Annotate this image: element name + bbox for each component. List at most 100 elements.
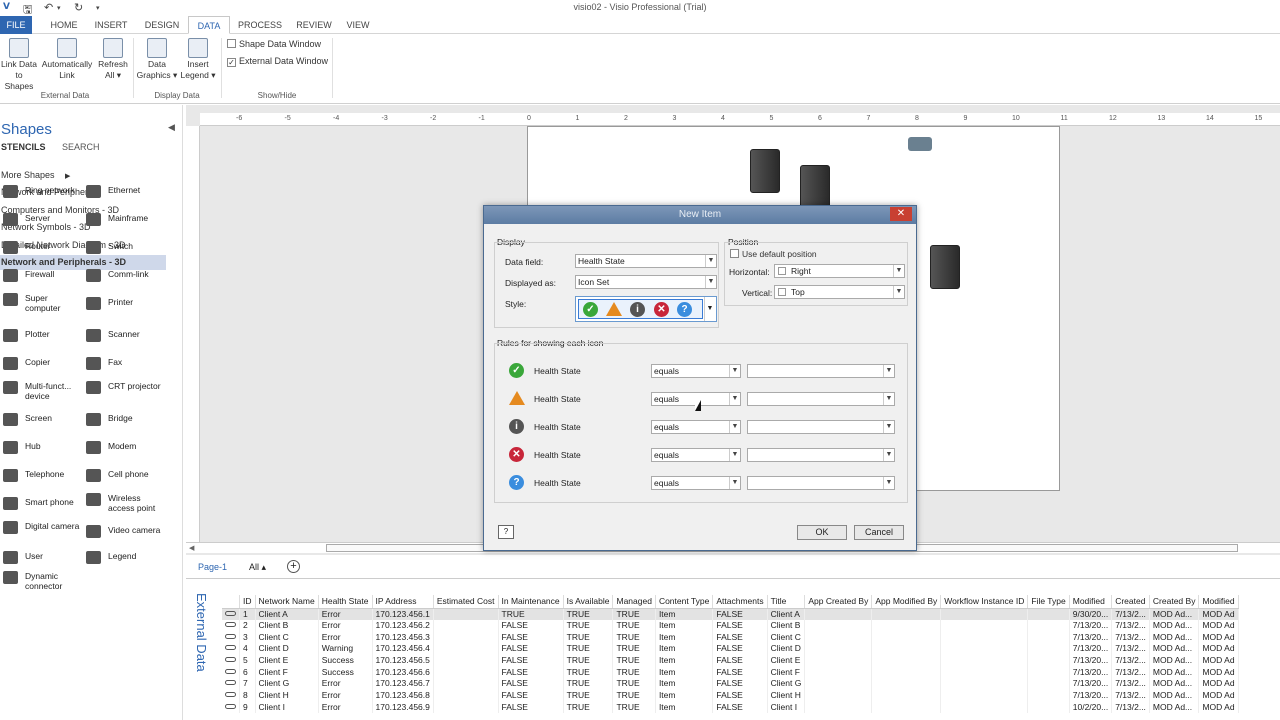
column-header[interactable]: Workflow Instance ID bbox=[940, 595, 1029, 609]
router-shape[interactable] bbox=[908, 137, 932, 151]
table-row[interactable]: 8 Client H Error 170.123.456.8 FALSE TRUE TRUE… bbox=[222, 689, 1239, 702]
shape-master-item[interactable]: Bridge bbox=[86, 413, 168, 426]
column-header[interactable]: File Type bbox=[1027, 595, 1070, 609]
column-header[interactable]: Health State bbox=[318, 595, 373, 609]
more-shapes-menu[interactable]: More Shapes ▶ bbox=[0, 168, 166, 183]
column-header[interactable]: Modified bbox=[1069, 595, 1113, 609]
shape-data-window-checkbox[interactable]: Shape Data Window bbox=[227, 39, 321, 49]
all-pages-tab[interactable]: All ▴ bbox=[249, 562, 266, 573]
rule-value-select[interactable]: ▼ bbox=[747, 476, 895, 490]
shape-master-item[interactable]: Router bbox=[3, 241, 85, 254]
rule-value-select[interactable]: ▼ bbox=[747, 448, 895, 462]
collapse-pane-icon[interactable]: ◀ bbox=[168, 122, 175, 133]
table-row[interactable]: 9 Client I Error 170.123.456.9 FALSE TRUE TRUE… bbox=[222, 701, 1239, 714]
rule-operator-select[interactable]: equals ▼ bbox=[651, 420, 741, 434]
shape-master-item[interactable]: Ethernet bbox=[86, 185, 168, 198]
shape-master-item[interactable]: Scanner bbox=[86, 329, 168, 342]
shape-master-item[interactable]: Hub bbox=[3, 441, 85, 454]
shape-master-item[interactable]: Smart phone bbox=[3, 497, 85, 510]
server-shape[interactable] bbox=[800, 165, 830, 209]
table-row[interactable]: 4 Client D Warning 170.123.456.4 FALSE TRUE TR… bbox=[222, 643, 1239, 655]
shape-master-item[interactable]: Legend bbox=[86, 551, 168, 564]
shape-master-item[interactable]: Multi-funct... device bbox=[3, 381, 85, 401]
shape-master-item[interactable]: Mainframe bbox=[86, 213, 168, 226]
column-header[interactable]: IP Address bbox=[372, 595, 434, 609]
horizontal-select[interactable]: Right ▼ bbox=[774, 264, 905, 278]
table-row[interactable]: 2 Client B Error 170.123.456.2 FALSE TRUE TRUE… bbox=[222, 619, 1239, 632]
displayed-as-select[interactable]: Icon Set ▼ bbox=[575, 275, 717, 289]
tab-design[interactable]: DESIGN bbox=[140, 16, 184, 34]
table-row[interactable]: 6 Client F Success 170.123.456.6 FALSE TRUE TR… bbox=[222, 666, 1239, 679]
scroll-left-icon[interactable]: ◀ bbox=[189, 544, 194, 552]
table-row[interactable]: 3 Client C Error 170.123.456.3 FALSE TRUE TRUE… bbox=[222, 631, 1239, 644]
rule-value-select[interactable]: ▼ bbox=[747, 420, 895, 434]
rule-operator-select[interactable]: equals ▼ bbox=[651, 448, 741, 462]
table-row[interactable]: 7 Client G Error 170.123.456.7 FALSE TRUE TRUE… bbox=[222, 678, 1239, 690]
column-header[interactable]: App Created By bbox=[804, 595, 873, 609]
shape-master-item[interactable]: Dynamic connector bbox=[3, 571, 85, 591]
page-tab[interactable]: Page-1 bbox=[198, 562, 227, 572]
tab-stencils[interactable]: STENCILS bbox=[1, 142, 46, 152]
column-header[interactable]: Network Name bbox=[255, 595, 319, 609]
data-field-select[interactable]: Health State ▼ bbox=[575, 254, 717, 268]
shape-master-item[interactable]: Super computer bbox=[3, 293, 85, 313]
stencil-item-selected[interactable]: Network and Peripherals - 3D bbox=[0, 255, 166, 270]
shape-master-item[interactable]: Switch bbox=[86, 241, 168, 254]
server-shape[interactable] bbox=[930, 245, 960, 289]
link-data-to-shapes-button[interactable]: Link Data to Shapes bbox=[0, 36, 38, 92]
shape-master-item[interactable]: Server bbox=[3, 213, 85, 226]
column-header[interactable]: Created By bbox=[1149, 595, 1200, 609]
column-header[interactable]: Created bbox=[1111, 595, 1150, 609]
column-header[interactable]: Is Available bbox=[563, 595, 614, 609]
shape-master-item[interactable]: Comm-link bbox=[86, 269, 168, 282]
tab-file[interactable]: FILE bbox=[0, 16, 32, 34]
server-shape[interactable] bbox=[750, 149, 780, 193]
refresh-all-button[interactable]: Refresh All ▾ bbox=[96, 36, 130, 81]
tab-process[interactable]: PROCESS bbox=[236, 16, 284, 34]
tab-home[interactable]: HOME bbox=[42, 16, 86, 34]
column-header[interactable]: Title bbox=[767, 595, 806, 609]
column-header[interactable]: Content Type bbox=[655, 595, 714, 609]
column-header[interactable]: Attachments bbox=[712, 595, 768, 609]
cancel-button[interactable]: Cancel bbox=[854, 525, 904, 540]
shape-master-item[interactable]: Video camera bbox=[86, 525, 168, 538]
shape-master-item[interactable]: Plotter bbox=[3, 329, 85, 342]
shape-master-item[interactable]: Cell phone bbox=[86, 469, 168, 482]
tab-review[interactable]: REVIEW bbox=[292, 16, 336, 34]
tab-data[interactable]: DATA bbox=[188, 16, 230, 34]
shape-master-item[interactable]: Fax bbox=[86, 357, 168, 370]
column-header[interactable]: Estimated Cost bbox=[433, 595, 499, 609]
table-row[interactable]: 1 Client A Error 170.123.456.1 TRUE TRUE TRUE I… bbox=[222, 608, 1239, 620]
insert-legend-button[interactable]: Insert Legend ▾ bbox=[178, 36, 218, 81]
help-button[interactable]: ? bbox=[498, 525, 514, 539]
tab-view[interactable]: VIEW bbox=[340, 16, 376, 34]
column-header[interactable]: Modified bbox=[1198, 595, 1239, 609]
rule-operator-select[interactable]: equals ▼ bbox=[651, 364, 741, 378]
close-icon[interactable]: ✕ bbox=[890, 207, 912, 221]
vertical-select[interactable]: Top ▼ bbox=[774, 285, 905, 299]
shape-master-item[interactable]: Telephone bbox=[3, 469, 85, 482]
column-header[interactable]: ID bbox=[239, 595, 256, 609]
column-header[interactable]: In Maintenance bbox=[498, 595, 564, 609]
data-graphics-button[interactable]: Data Graphics ▾ bbox=[136, 36, 178, 81]
shape-master-item[interactable]: User bbox=[3, 551, 85, 564]
external-data-window-checkbox[interactable]: ✓ External Data Window bbox=[227, 56, 328, 67]
ok-button[interactable]: OK bbox=[797, 525, 847, 540]
shape-master-item[interactable]: Digital camera bbox=[3, 521, 85, 534]
style-icon-set-select[interactable]: ✓ i ✕ ? ▼ bbox=[575, 296, 717, 322]
shape-master-item[interactable]: Printer bbox=[86, 297, 168, 310]
tab-insert[interactable]: INSERT bbox=[89, 16, 133, 34]
column-header[interactable]: Managed bbox=[612, 595, 656, 609]
column-header[interactable]: App Modified By bbox=[871, 595, 942, 609]
shape-master-item[interactable]: Screen bbox=[3, 413, 85, 426]
shape-master-item[interactable]: Ring network bbox=[3, 185, 85, 198]
shape-master-item[interactable]: Copier bbox=[3, 357, 85, 370]
rule-value-select[interactable]: ▼ bbox=[747, 392, 895, 406]
shape-master-item[interactable]: Wireless access point bbox=[86, 493, 168, 513]
use-default-position-checkbox[interactable]: Use default position bbox=[730, 249, 817, 259]
rule-value-select[interactable]: ▼ bbox=[747, 364, 895, 378]
table-row[interactable]: 5 Client E Success 170.123.456.5 FALSE TRUE TR… bbox=[222, 654, 1239, 667]
shape-master-item[interactable]: Firewall bbox=[3, 269, 85, 282]
automatically-link-button[interactable]: Automatically Link bbox=[39, 36, 95, 81]
shape-master-item[interactable]: Modem bbox=[86, 441, 168, 454]
